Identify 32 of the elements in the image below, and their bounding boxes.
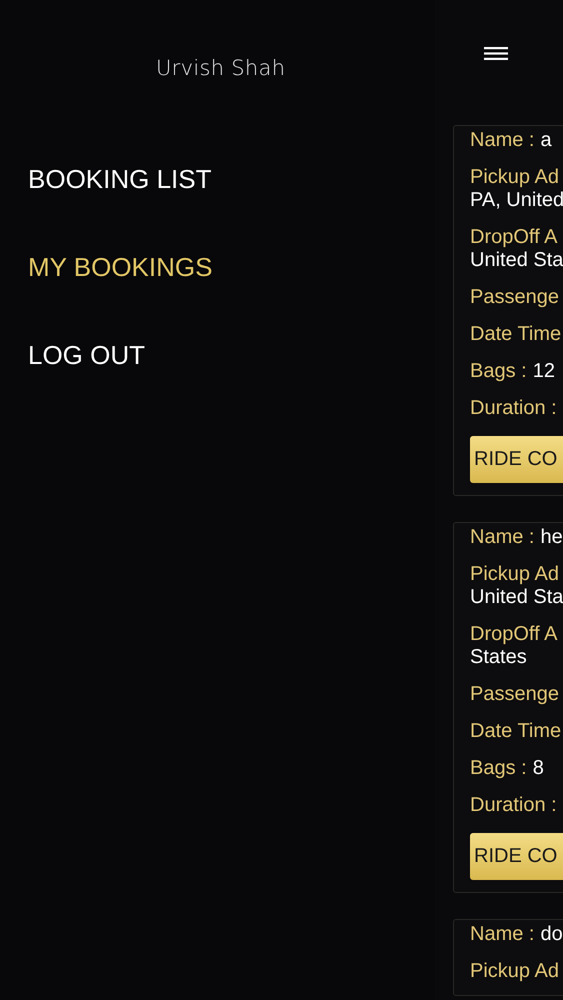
field-label: Duration : [470, 794, 557, 817]
field-value: United Sta [470, 586, 563, 609]
field-label: Duration : [470, 397, 557, 420]
field-value: a [540, 129, 552, 152]
field-value: 12 [532, 360, 555, 383]
field-label: Name : [470, 526, 534, 549]
menu-icon[interactable] [484, 47, 508, 60]
field-value: he [540, 526, 563, 549]
field-label: Pickup Ad [470, 960, 559, 983]
field-value: United Sta [470, 249, 563, 272]
field-label: Bags : [470, 360, 527, 383]
field-label: Name : [470, 923, 534, 946]
field-value: 8 [532, 757, 544, 780]
field-label: Date Time [470, 720, 562, 743]
ride-complete-button[interactable]: RIDE CO [470, 833, 563, 880]
field-label: DropOff A [470, 226, 558, 249]
field-value: do [540, 923, 563, 946]
field-label: Date Time [470, 323, 562, 346]
field-label: Passenge [470, 683, 559, 706]
field-label: Pickup Ad [470, 563, 559, 586]
menu-item[interactable]: LOG OUT [28, 341, 146, 369]
field-label: Name : [470, 129, 534, 152]
user-name: Urvish Shah [156, 55, 286, 82]
menu-item[interactable]: BOOKING LIST [28, 165, 212, 193]
field-label: DropOff A [470, 623, 558, 646]
field-label: Passenge [470, 286, 559, 309]
ride-complete-button[interactable]: RIDE CO [470, 436, 563, 483]
field-label: Bags : [470, 757, 527, 780]
field-value: States [470, 646, 527, 669]
menu-item[interactable]: MY BOOKINGS [28, 253, 212, 281]
field-label: Pickup Ad [470, 166, 559, 189]
field-value: PA, United [470, 189, 563, 212]
